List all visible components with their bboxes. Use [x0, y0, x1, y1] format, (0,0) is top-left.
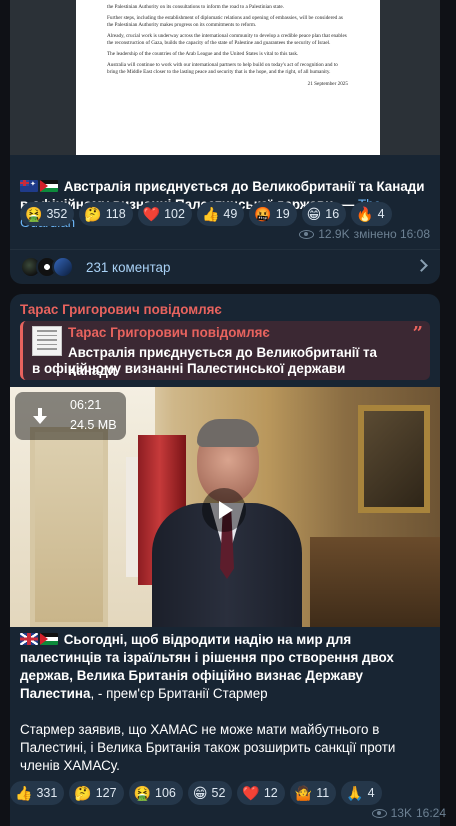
reply-thumbnail [32, 326, 62, 356]
reaction-count: 102 [164, 207, 185, 221]
thinking-emoji-icon: 🤔 [84, 206, 102, 222]
reaction-count: 106 [155, 786, 176, 800]
view-count: 12.9K [318, 227, 350, 241]
message-post-1: the Palestinian Authority on its consult… [10, 0, 440, 284]
thinking-emoji-icon: 🤔 [74, 785, 92, 801]
video-size: 24.5 MB [70, 418, 117, 432]
reply-author: Тарас Григорович повідомляє [68, 325, 270, 340]
post-text-paragraph: Стармер заявив, що ХАМАС не може мати ма… [20, 722, 396, 773]
palestine-flag-icon [40, 180, 58, 192]
reaction-count: 4 [367, 786, 375, 800]
post-meta: 12.9K змінено 16:08 [299, 227, 430, 241]
angry-emoji-icon: 🤬 [254, 206, 272, 222]
thumbs-up-emoji-icon: 👍 [15, 785, 33, 801]
reaction-chip[interactable]: 👍 331 [10, 781, 65, 805]
post-meta: 13K 16:24 [371, 806, 446, 820]
video-player[interactable]: 06:21 24.5 MB [10, 387, 440, 627]
comments-button[interactable]: 231 коментар [10, 249, 440, 284]
video-duration: 06:21 [70, 398, 102, 412]
reaction-count: 127 [95, 786, 117, 800]
doc-date: 21 September 2025 [307, 81, 348, 88]
heart-emoji-icon: ❤️ [242, 785, 260, 801]
reaction-count: 11 [316, 786, 330, 800]
eye-icon [299, 229, 315, 239]
post-text-tail: , - прем'єр Британії Стармер [90, 686, 268, 701]
doc-paragraph: Already, crucial work is underway across… [107, 32, 347, 46]
commenter-avatars [20, 256, 74, 278]
eye-icon [371, 808, 387, 818]
thumbs-up-emoji-icon: 👍 [201, 206, 220, 222]
reaction-chip[interactable]: 🤮 352 [20, 202, 75, 226]
comments-label: 231 коментар [86, 259, 171, 275]
doc-paragraph: Australia will continue to work with our… [107, 61, 338, 75]
shrug-emoji-icon: 🤷 [294, 785, 313, 801]
document-image[interactable]: the Palestinian Authority on its consult… [10, 0, 440, 155]
post-time: 16:24 [415, 806, 446, 820]
reaction-chip[interactable]: 🙏 4 [341, 781, 382, 805]
chevron-right-icon [415, 259, 428, 272]
reaction-chip[interactable]: 😁 16 [301, 202, 347, 226]
reaction-count: 331 [36, 786, 58, 800]
reply-quote[interactable]: Тарас Григорович повідомляє Австралія пр… [20, 321, 430, 380]
reactions-bar: 🤮 352 🤔 118 ❤️ 102 👍 49 🤬 19 😁 16 🔥 4 [20, 202, 392, 226]
reaction-chip[interactable]: 🤔 118 [79, 202, 133, 226]
pray-emoji-icon: 🙏 [346, 785, 364, 801]
reaction-count: 12 [263, 786, 278, 800]
download-button[interactable]: 06:21 24.5 MB [15, 392, 126, 440]
message-post-2: Тарас Григорович повідомляє Тарас Григор… [10, 294, 440, 826]
vomit-emoji-icon: 🤮 [133, 785, 152, 801]
doc-partial-line: the Palestinian Authority on its consult… [107, 4, 284, 10]
reaction-chip[interactable]: 🤮 106 [128, 781, 183, 805]
reactions-bar: 👍 331 🤔 127 🤮 106 😁 52 ❤️ 12 🤷 11 🙏 4 [10, 781, 382, 805]
post-text: Сьогодні, щоб відродити надію на мир для… [20, 631, 434, 775]
reaction-count: 118 [105, 207, 126, 221]
document-page: the Palestinian Authority on its consult… [76, 0, 380, 155]
reaction-count: 4 [377, 207, 385, 221]
doc-paragraph: Further steps, including the establishme… [107, 15, 343, 28]
reaction-count: 52 [211, 786, 226, 800]
download-icon [32, 408, 48, 426]
reaction-chip[interactable]: 🔥 4 [351, 202, 392, 226]
reaction-chip[interactable]: ❤️ 12 [237, 781, 285, 805]
reaction-chip[interactable]: 🤷 11 [289, 781, 337, 805]
doc-paragraph: The leadership of the countries of the A… [107, 50, 299, 57]
play-icon[interactable] [202, 488, 246, 532]
reaction-count: 352 [46, 207, 68, 221]
grin-emoji-icon: 😁 [192, 785, 208, 801]
forwarded-author[interactable]: Тарас Григорович повідомляє [20, 302, 222, 317]
palestine-flag-icon [40, 633, 58, 645]
reaction-chip[interactable]: 😁 52 [187, 781, 233, 805]
avatar [52, 256, 74, 278]
reaction-count: 49 [223, 207, 238, 221]
reaction-chip[interactable]: 🤔 127 [69, 781, 124, 805]
edited-time: змінено 16:08 [353, 227, 430, 241]
reply-text-line2: в офіційному визнанні Палестинської держ… [32, 361, 346, 376]
reaction-count: 19 [275, 207, 290, 221]
heart-emoji-icon: ❤️ [142, 206, 161, 222]
view-count: 13K [390, 806, 412, 820]
quote-icon: ” [412, 323, 423, 344]
reaction-chip[interactable]: ❤️ 102 [137, 202, 192, 226]
vomit-emoji-icon: 🤮 [25, 206, 43, 222]
reaction-chip[interactable]: 👍 49 [196, 202, 245, 226]
uk-flag-icon [20, 633, 38, 645]
australia-flag-icon [20, 180, 38, 192]
grin-emoji-icon: 😁 [306, 206, 322, 222]
reaction-count: 16 [325, 207, 340, 221]
fire-emoji-icon: 🔥 [356, 206, 374, 222]
reaction-chip[interactable]: 🤬 19 [249, 202, 297, 226]
